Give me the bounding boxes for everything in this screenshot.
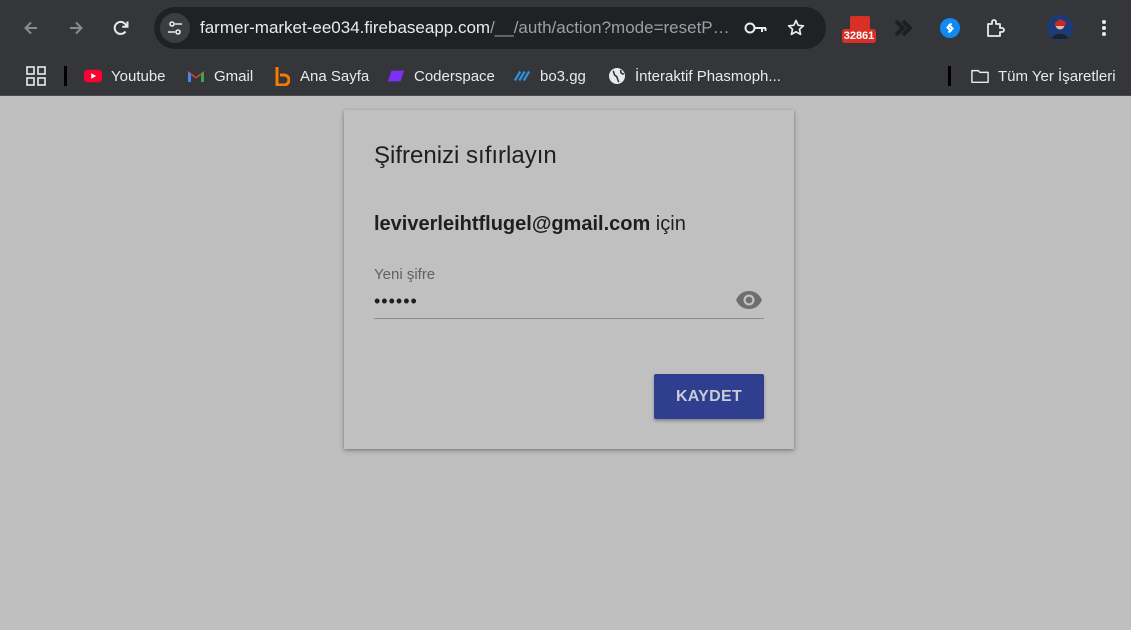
bookmark-phasmophobia[interactable]: İnteraktif Phasmoph...: [608, 64, 781, 88]
account-suffix: için: [650, 213, 686, 235]
back-button[interactable]: [13, 10, 49, 46]
apps-grid-icon[interactable]: [26, 64, 46, 88]
reset-password-card: Şifrenizi sıfırlayın leviverleihtflugel@…: [344, 110, 794, 449]
bo3-icon: [513, 67, 531, 85]
forward-button[interactable]: [58, 10, 94, 46]
all-bookmarks-folder[interactable]: Tüm Yer İşaretleri: [971, 64, 1116, 88]
bookmark-label: bo3.gg: [540, 67, 586, 85]
b-logo-icon: [273, 67, 291, 86]
shazam-extension-icon[interactable]: [936, 12, 964, 44]
arrow-left-icon: [24, 21, 37, 35]
globe-icon: [608, 67, 626, 85]
bookmark-youtube[interactable]: Youtube: [84, 64, 166, 88]
reload-button[interactable]: [103, 10, 139, 46]
folder-icon: [971, 67, 989, 85]
save-button[interactable]: KAYDET: [654, 374, 764, 419]
gmail-icon: [187, 67, 205, 85]
bookmark-gmail[interactable]: Gmail: [187, 64, 253, 88]
coderspace-icon: [387, 67, 405, 85]
new-password-label: Yeni şifre: [374, 266, 436, 283]
toggle-password-visibility-icon[interactable]: [735, 290, 763, 310]
bookmarks-bar: Youtube Gmail Ana Sayfa Coderspace bo3.g…: [0, 56, 1131, 96]
extension-double-chevron-icon[interactable]: [890, 12, 918, 44]
bookmark-label: Coderspace: [414, 67, 495, 85]
tune-icon: [168, 21, 182, 35]
bookmark-label: Gmail: [214, 67, 254, 85]
bookmark-ana-sayfa[interactable]: Ana Sayfa: [273, 64, 369, 88]
account-email: leviverleihtflugel@gmail.com: [374, 213, 651, 235]
bookmark-coderspace[interactable]: Coderspace: [387, 64, 495, 88]
input-underline: [374, 318, 764, 319]
arrow-right-icon: [70, 21, 83, 35]
bookmark-separator: [948, 66, 951, 86]
card-title: Şifrenizi sıfırlayın: [374, 142, 557, 169]
bookmark-star-icon[interactable]: [784, 16, 808, 40]
account-line: leviverleihtflugel@gmail.com için: [374, 213, 686, 236]
mail-icon: [850, 16, 870, 30]
bookmark-label: Youtube: [111, 67, 166, 85]
profile-avatar[interactable]: [1046, 12, 1074, 44]
mail-count-badge: 32861: [842, 29, 876, 43]
browser-toolbar: farmer-market-ee034.firebaseapp.com/__/a…: [0, 0, 1131, 56]
reload-icon: [113, 20, 129, 35]
extensions-puzzle-icon[interactable]: [981, 12, 1009, 44]
url-text[interactable]: farmer-market-ee034.firebaseapp.com/__/a…: [200, 18, 732, 38]
site-info-button[interactable]: [160, 13, 190, 43]
bookmark-label: Ana Sayfa: [300, 67, 370, 85]
gmail-notifier-extension[interactable]: 32861: [842, 16, 876, 44]
menu-kebab-icon[interactable]: [1094, 12, 1114, 44]
youtube-icon: [84, 67, 102, 85]
address-bar[interactable]: farmer-market-ee034.firebaseapp.com/__/a…: [154, 7, 826, 49]
url-path: /__/auth/action?mode=resetPassword&oobCo…: [490, 18, 732, 37]
bookmark-bo3gg[interactable]: bo3.gg: [513, 64, 586, 88]
bookmark-separator: [64, 66, 67, 86]
all-bookmarks-label: Tüm Yer İşaretleri: [998, 67, 1116, 85]
bookmark-label: İnteraktif Phasmoph...: [635, 67, 781, 85]
new-password-input[interactable]: [374, 288, 724, 314]
url-host: farmer-market-ee034.firebaseapp.com: [200, 18, 491, 37]
password-key-icon[interactable]: [744, 16, 768, 40]
